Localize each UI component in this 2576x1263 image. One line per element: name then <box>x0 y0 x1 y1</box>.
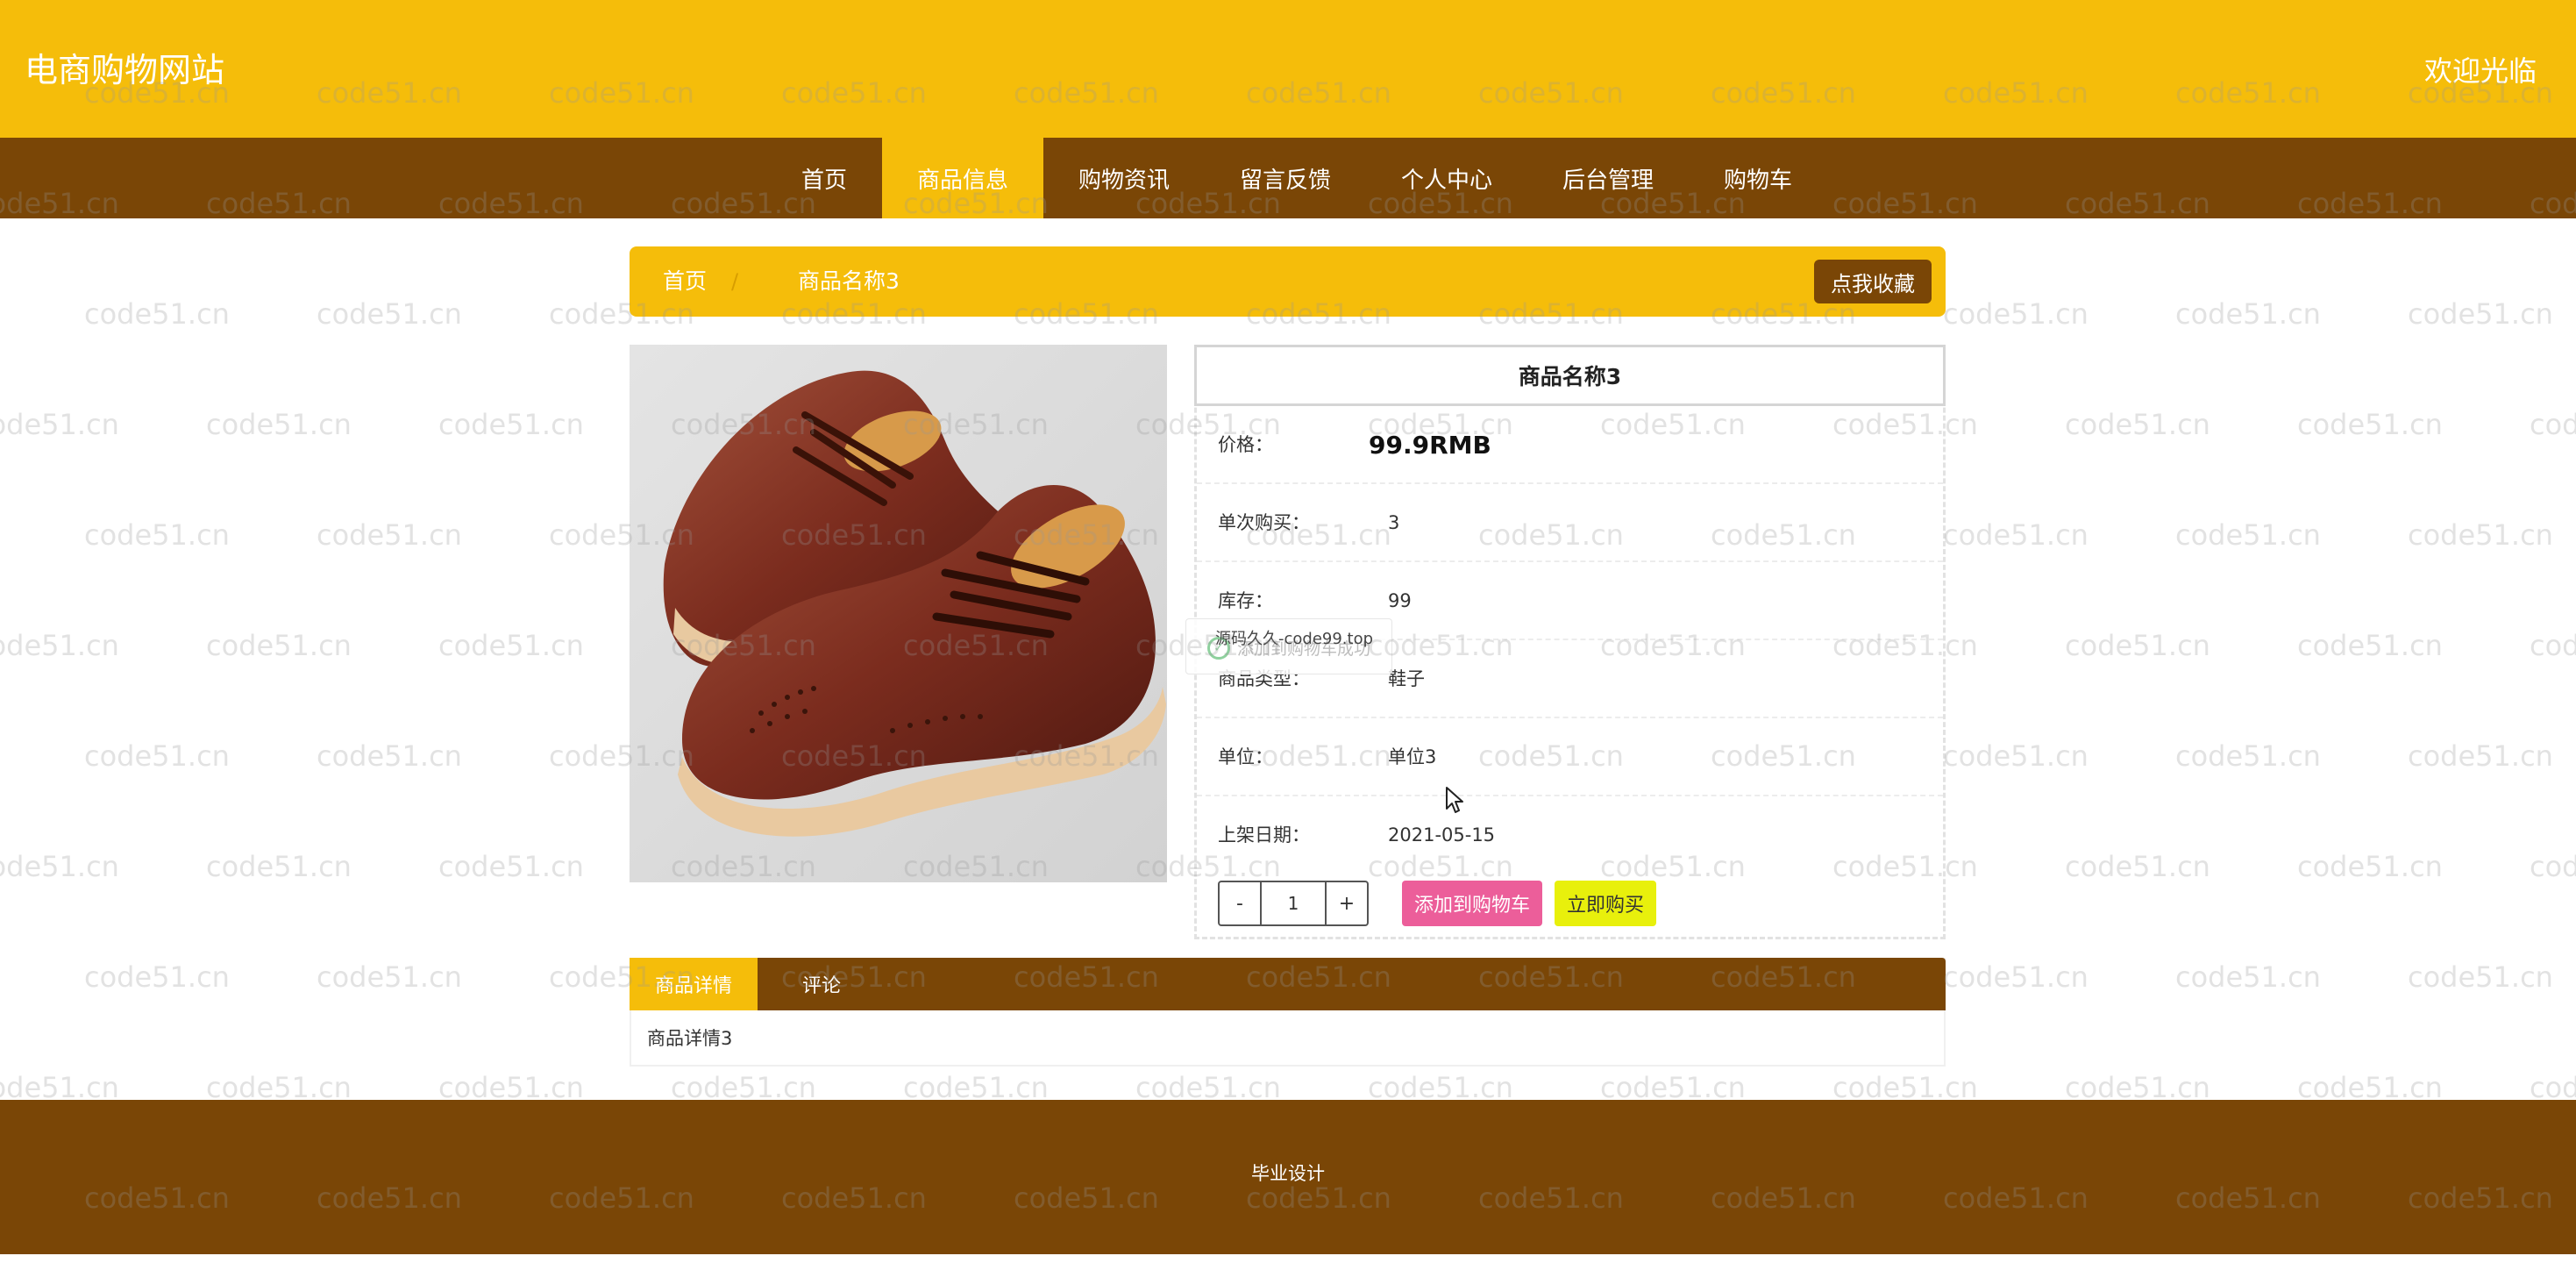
price-value: 99.9RMB <box>1369 431 1491 460</box>
main-nav: 首页 商品信息 购物资讯 留言反馈 个人中心 后台管理 购物车 <box>0 138 2576 218</box>
quantity-stepper: - + <box>1218 881 1369 926</box>
watermark-text: code51.cn <box>206 850 352 883</box>
breadcrumb-separator: / <box>731 269 739 294</box>
watermark-text: code51.cn <box>2175 960 2321 994</box>
nav-item-home[interactable]: 首页 <box>766 138 882 218</box>
nav-item-user-center[interactable]: 个人中心 <box>1366 138 1527 218</box>
watermark-text: code51.cn <box>84 518 230 552</box>
watermark-text: code51.cn <box>317 960 462 994</box>
overlay-watermark-text: 源码久久-code99.top <box>1215 630 1374 648</box>
nav-item-feedback[interactable]: 留言反馈 <box>1205 138 1366 218</box>
favorite-button[interactable]: 点我收藏 <box>1814 260 1932 303</box>
quantity-input[interactable] <box>1262 882 1325 924</box>
watermark-text: code51.cn <box>2530 629 2576 662</box>
footer-text: 毕业设计 <box>1251 1163 1325 1184</box>
footer: 毕业设计 <box>0 1100 2576 1254</box>
price-label: 价格： <box>1218 434 1273 455</box>
watermark-text: code51.cn <box>438 850 584 883</box>
watermark-text: code51.cn <box>317 297 462 331</box>
watermark-text: code51.cn <box>2175 518 2321 552</box>
watermark-text: code51.cn <box>84 960 230 994</box>
single-buy-row: 单次购买： 3 <box>1197 484 1943 562</box>
watermark-text: code51.cn <box>2408 739 2553 773</box>
tab-bar: 商品详情 评论 <box>630 958 1946 1010</box>
tab-comments[interactable]: 评论 <box>758 958 886 1010</box>
quantity-decrease-button[interactable]: - <box>1220 882 1262 924</box>
nav-item-products[interactable]: 商品信息 <box>881 138 1043 218</box>
watermark-text: code51.cn <box>2530 1071 2576 1104</box>
watermark-text: code51.cn <box>0 1071 119 1104</box>
watermark-text: code51.cn <box>1368 1071 1513 1104</box>
watermark-text: code51.cn <box>0 629 119 662</box>
watermark-text: code51.cn <box>1943 739 2089 773</box>
watermark-text: code51.cn <box>2175 297 2321 331</box>
buy-now-button[interactable]: 立即购买 <box>1555 881 1656 926</box>
quantity-increase-button[interactable]: + <box>1325 882 1367 924</box>
watermark-text: code51.cn <box>206 629 352 662</box>
watermark-text: code51.cn <box>2297 629 2443 662</box>
nav-list: 首页 商品信息 购物资讯 留言反馈 个人中心 后台管理 购物车 <box>0 138 2576 218</box>
price-row: 价格： 99.9RMB <box>1197 406 1943 484</box>
watermark-text: code51.cn <box>2408 518 2553 552</box>
watermark-text: code51.cn <box>317 518 462 552</box>
watermark-text: code51.cn <box>438 408 584 441</box>
date-value: 2021-05-15 <box>1388 824 1496 846</box>
watermark-text: code51.cn <box>1943 297 2089 331</box>
watermark-text: code51.cn <box>0 850 119 883</box>
watermark-text: code51.cn <box>2065 850 2210 883</box>
tab-content: 商品详情3 <box>647 1028 733 1049</box>
add-to-cart-button[interactable]: 添加到购物车 <box>1402 881 1542 926</box>
watermark-text: code51.cn <box>2530 850 2576 883</box>
watermark-text: code51.cn <box>2065 629 2210 662</box>
watermark-text: code51.cn <box>317 739 462 773</box>
watermark-text: code51.cn <box>438 1071 584 1104</box>
watermark-text: code51.cn <box>206 1071 352 1104</box>
watermark-text: code51.cn <box>206 408 352 441</box>
breadcrumb: 首页 / 商品名称3 点我收藏 <box>630 246 1946 317</box>
watermark-text: code51.cn <box>903 1071 1049 1104</box>
breadcrumb-home-link[interactable]: 首页 <box>663 268 707 296</box>
watermark-text: code51.cn <box>1943 518 2089 552</box>
watermark-text: code51.cn <box>438 629 584 662</box>
date-label: 上架日期： <box>1218 824 1310 846</box>
product-image <box>630 345 1167 882</box>
unit-value: 单位3 <box>1388 746 1437 767</box>
nav-item-admin[interactable]: 后台管理 <box>1527 138 1689 218</box>
watermark-text: code51.cn <box>1600 1071 1746 1104</box>
watermark-text: code51.cn <box>2408 297 2553 331</box>
watermark-text: code51.cn <box>84 739 230 773</box>
watermark-text: code51.cn <box>2297 408 2443 441</box>
date-row: 上架日期： 2021-05-15 <box>1197 796 1943 874</box>
watermark-text: code51.cn <box>2065 408 2210 441</box>
type-value: 鞋子 <box>1388 668 1425 689</box>
tab-product-details[interactable]: 商品详情 <box>630 958 758 1010</box>
single-buy-value: 3 <box>1388 512 1400 533</box>
watermark-text: code51.cn <box>84 297 230 331</box>
shoe-illustration <box>630 345 1167 882</box>
watermark-text: code51.cn <box>2297 1071 2443 1104</box>
breadcrumb-current: 商品名称3 <box>798 268 900 294</box>
mouse-cursor-icon <box>1446 787 1463 813</box>
watermark-text: code51.cn <box>1135 1071 1281 1104</box>
top-header: 电商购物网站 欢迎光临 <box>0 0 2576 138</box>
nav-item-cart[interactable]: 购物车 <box>1689 138 1827 218</box>
watermark-text: code51.cn <box>1832 1071 1978 1104</box>
watermark-text: code51.cn <box>2065 1071 2210 1104</box>
nav-item-news[interactable]: 购物资讯 <box>1043 138 1205 218</box>
unit-row: 单位： 单位3 <box>1197 718 1943 796</box>
site-title[interactable]: 电商购物网站 <box>25 49 224 91</box>
watermark-text: code51.cn <box>2297 850 2443 883</box>
watermark-text: code51.cn <box>671 1071 816 1104</box>
welcome-text: 欢迎光临 <box>2423 54 2537 88</box>
watermark-text: code51.cn <box>1943 960 2089 994</box>
single-buy-label: 单次购买： <box>1218 512 1310 533</box>
product-name: 商品名称3 <box>1194 345 1946 406</box>
unit-label: 单位： <box>1218 746 1273 767</box>
watermark-text: code51.cn <box>2530 408 2576 441</box>
watermark-text: code51.cn <box>2408 960 2553 994</box>
watermark-text: code51.cn <box>0 408 119 441</box>
watermark-text: code51.cn <box>2175 739 2321 773</box>
